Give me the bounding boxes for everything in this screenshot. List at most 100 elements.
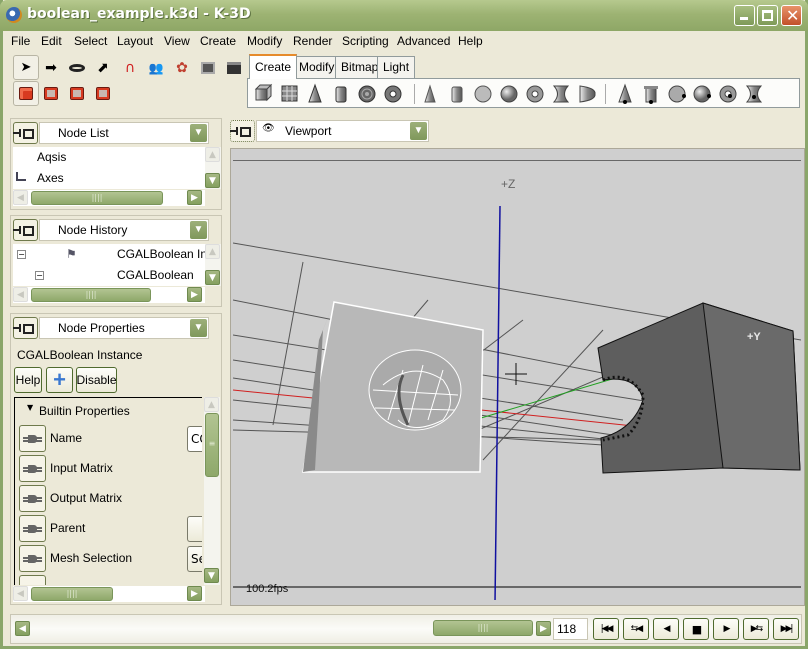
nurbs-cylinder-icon[interactable]: [644, 86, 658, 104]
maximize-button[interactable]: [757, 5, 778, 26]
paraboloid-icon[interactable]: [579, 85, 596, 103]
menu-view[interactable]: View: [164, 34, 190, 48]
nurbs-hyperboloid-icon[interactable]: [745, 85, 763, 103]
parent-tool-button[interactable]: 👥: [143, 55, 169, 80]
section-header[interactable]: Builtin Properties: [39, 404, 130, 418]
parent-select[interactable]: [187, 516, 202, 542]
list-item[interactable]: Axes: [37, 171, 64, 185]
cone-icon[interactable]: [424, 84, 436, 103]
plug-icon[interactable]: [19, 455, 46, 482]
collapse-icon[interactable]: −: [35, 271, 44, 280]
boolean-cutter-object[interactable]: [302, 301, 484, 473]
menu-file[interactable]: File: [11, 34, 30, 48]
plug-icon[interactable]: [19, 545, 46, 572]
scroll-thumb[interactable]: ||||: [31, 191, 163, 205]
title-bar[interactable]: boolean_example.k3d - K-3D ✕: [0, 0, 808, 31]
list-item[interactable]: Aqsis: [37, 150, 66, 164]
move-tool-button[interactable]: ➡: [38, 55, 64, 80]
poly-torus-icon[interactable]: [384, 85, 402, 103]
go-to-end-button[interactable]: ▶▶|: [773, 618, 799, 640]
tree-item[interactable]: CGALBoolean: [117, 268, 194, 282]
horizontal-scrollbar[interactable]: ◀ |||| ▶: [13, 586, 205, 602]
nurbs-disk-icon[interactable]: [668, 85, 686, 103]
hyperboloid-icon[interactable]: [552, 85, 570, 103]
panel-type-select[interactable]: 👁 Viewport ▼: [256, 120, 429, 142]
scale-tool-button[interactable]: ⬈: [90, 55, 116, 80]
vertical-scrollbar[interactable]: ▲ ▼: [205, 244, 221, 286]
select-nodes-button[interactable]: [13, 81, 39, 106]
tree-item[interactable]: CGALBoolean Inst: [117, 247, 205, 261]
menu-layout[interactable]: Layout: [117, 34, 153, 48]
menu-help[interactable]: Help: [458, 34, 483, 48]
select-tool-button[interactable]: ➤: [13, 55, 39, 80]
scroll-up-icon[interactable]: ▲: [204, 397, 219, 412]
poly-cone-icon[interactable]: [308, 83, 322, 103]
scroll-down-icon[interactable]: ▼: [205, 173, 220, 188]
pin-button[interactable]: [230, 120, 255, 142]
menu-edit[interactable]: Edit: [41, 34, 62, 48]
pin-button[interactable]: [13, 219, 38, 241]
poly-cube-icon[interactable]: [254, 83, 273, 102]
select-points-button[interactable]: [38, 81, 64, 106]
frame-number-field[interactable]: 118: [553, 618, 588, 640]
poly-grid-icon[interactable]: [281, 85, 298, 102]
menu-render[interactable]: Render: [293, 34, 332, 48]
disk-icon[interactable]: [474, 85, 492, 103]
go-to-start-button[interactable]: |◀◀: [593, 618, 619, 640]
expander-down-icon[interactable]: ▼: [27, 403, 33, 412]
scroll-right-icon[interactable]: ▶: [187, 190, 202, 205]
scroll-thumb[interactable]: ||||: [31, 587, 113, 601]
scroll-thumb[interactable]: ||||: [31, 288, 151, 302]
unparent-tool-button[interactable]: ✿: [169, 55, 195, 80]
menu-scripting[interactable]: Scripting: [342, 34, 389, 48]
render-animation-button[interactable]: [221, 55, 247, 80]
menu-create[interactable]: Create: [200, 34, 236, 48]
sphere-icon[interactable]: [500, 85, 518, 103]
tab-create[interactable]: Create: [249, 54, 298, 79]
select-faces-button[interactable]: [90, 81, 116, 106]
collapse-icon[interactable]: −: [17, 250, 26, 259]
timeline-scroll-right-icon[interactable]: ▶: [536, 621, 551, 636]
scroll-left-icon[interactable]: ◀: [13, 190, 28, 205]
scroll-down-icon[interactable]: ▼: [204, 568, 219, 583]
scroll-left-icon[interactable]: ◀: [13, 287, 28, 302]
viewport-canvas[interactable]: +Z +Y 100.2fps: [233, 160, 801, 600]
disable-button[interactable]: Disable: [76, 367, 117, 393]
horizontal-scrollbar[interactable]: ◀ |||| ▶: [13, 190, 205, 206]
snap-tool-button[interactable]: ∩: [117, 55, 143, 80]
play-reverse-button[interactable]: ◀: [653, 618, 679, 640]
scroll-thumb[interactable]: ≡: [205, 413, 219, 477]
add-button[interactable]: +: [46, 367, 73, 393]
nurbs-cone-icon[interactable]: [618, 83, 632, 104]
tab-light[interactable]: Light: [377, 56, 416, 78]
scroll-up-icon[interactable]: ▲: [205, 147, 220, 162]
help-button[interactable]: Help: [14, 367, 42, 393]
horizontal-scrollbar[interactable]: ◀ |||| ▶: [13, 287, 205, 303]
torus-icon[interactable]: [526, 85, 544, 103]
menu-modify[interactable]: Modify: [247, 34, 282, 48]
menu-advanced[interactable]: Advanced: [397, 34, 450, 48]
name-field[interactable]: CG: [187, 426, 202, 452]
scroll-up-icon[interactable]: ▲: [205, 244, 220, 259]
play-reverse-loop-button[interactable]: ⇆◀: [623, 618, 649, 640]
timeline-slider-thumb[interactable]: ||||: [433, 620, 533, 636]
panel-type-select[interactable]: Node Properties ▼: [39, 317, 209, 339]
minimize-button[interactable]: [734, 5, 755, 26]
scroll-right-icon[interactable]: ▶: [187, 287, 202, 302]
vertical-scrollbar[interactable]: ▲ ≡ ▼: [204, 397, 220, 585]
scroll-down-icon[interactable]: ▼: [205, 270, 220, 285]
close-button[interactable]: ✕: [781, 5, 802, 26]
menu-select[interactable]: Select: [74, 34, 107, 48]
vertical-scrollbar[interactable]: ▲ ▼: [205, 147, 221, 189]
nurbs-torus-icon[interactable]: [719, 85, 737, 103]
plug-icon[interactable]: [19, 515, 46, 542]
stop-button[interactable]: ■: [683, 618, 709, 640]
scroll-right-icon[interactable]: ▶: [187, 586, 202, 601]
timeline-slider[interactable]: ||||: [33, 620, 537, 638]
play-loop-button[interactable]: ▶⇆: [743, 618, 769, 640]
plug-icon[interactable]: [19, 485, 46, 512]
cylinder-icon[interactable]: [451, 86, 463, 103]
render-frame-button[interactable]: [195, 55, 221, 80]
select-lines-button[interactable]: [64, 81, 90, 106]
plug-icon[interactable]: [19, 425, 46, 452]
